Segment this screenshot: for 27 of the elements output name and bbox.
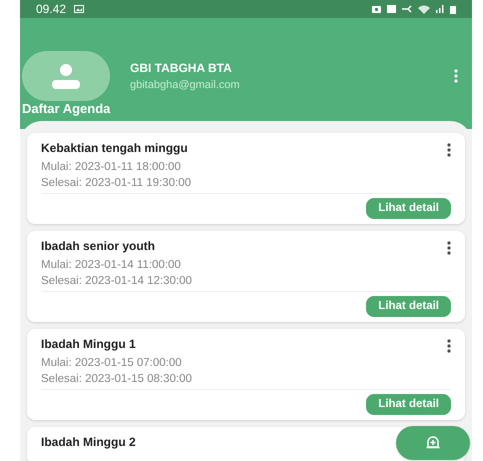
wifi-icon bbox=[418, 4, 430, 14]
start-time: Mulai: 2023-01-11 18:00:00 bbox=[41, 160, 182, 174]
agenda-title: Ibadah Minggu 2 bbox=[41, 435, 136, 450]
status-time: 09.42 bbox=[36, 1, 66, 18]
end-time: Selesai: 2023-01-14 12:30:00 bbox=[41, 274, 193, 288]
agenda-title: Ibadah senior youth bbox=[41, 239, 156, 254]
detail-button[interactable]: Lihat detail bbox=[366, 296, 451, 317]
agenda-title: Ibadah Minggu 1 bbox=[41, 337, 136, 352]
camera-icon bbox=[372, 5, 381, 13]
end-time: Selesai: 2023-01-15 08:30:00 bbox=[41, 372, 193, 386]
signal-icon bbox=[436, 5, 444, 13]
profile-name: GBI TABGHA BTA bbox=[130, 60, 233, 77]
profile-email: gbitabgha@gmail.com bbox=[130, 78, 241, 93]
section-title: Daftar Agenda bbox=[22, 101, 112, 117]
detail-button[interactable]: Lihat detail bbox=[366, 394, 451, 415]
end-time: Selesai: 2023-01-11 19:30:00 bbox=[41, 176, 192, 190]
battery-icon bbox=[450, 4, 456, 14]
more-options-icon[interactable] bbox=[447, 339, 451, 353]
more-options-icon[interactable] bbox=[447, 241, 451, 255]
agenda-title: Kebaktian tengah minggu bbox=[41, 141, 188, 156]
more-options-icon[interactable] bbox=[447, 143, 451, 157]
start-time: Mulai: 2023-01-14 11:00:00 bbox=[41, 258, 182, 272]
add-reminder-button[interactable] bbox=[396, 426, 470, 460]
person-icon bbox=[49, 63, 83, 89]
detail-button[interactable]: Lihat detail bbox=[366, 198, 451, 219]
bell-plus-icon bbox=[425, 435, 441, 451]
start-time: Mulai: 2023-01-15 07:00:00 bbox=[41, 356, 183, 370]
